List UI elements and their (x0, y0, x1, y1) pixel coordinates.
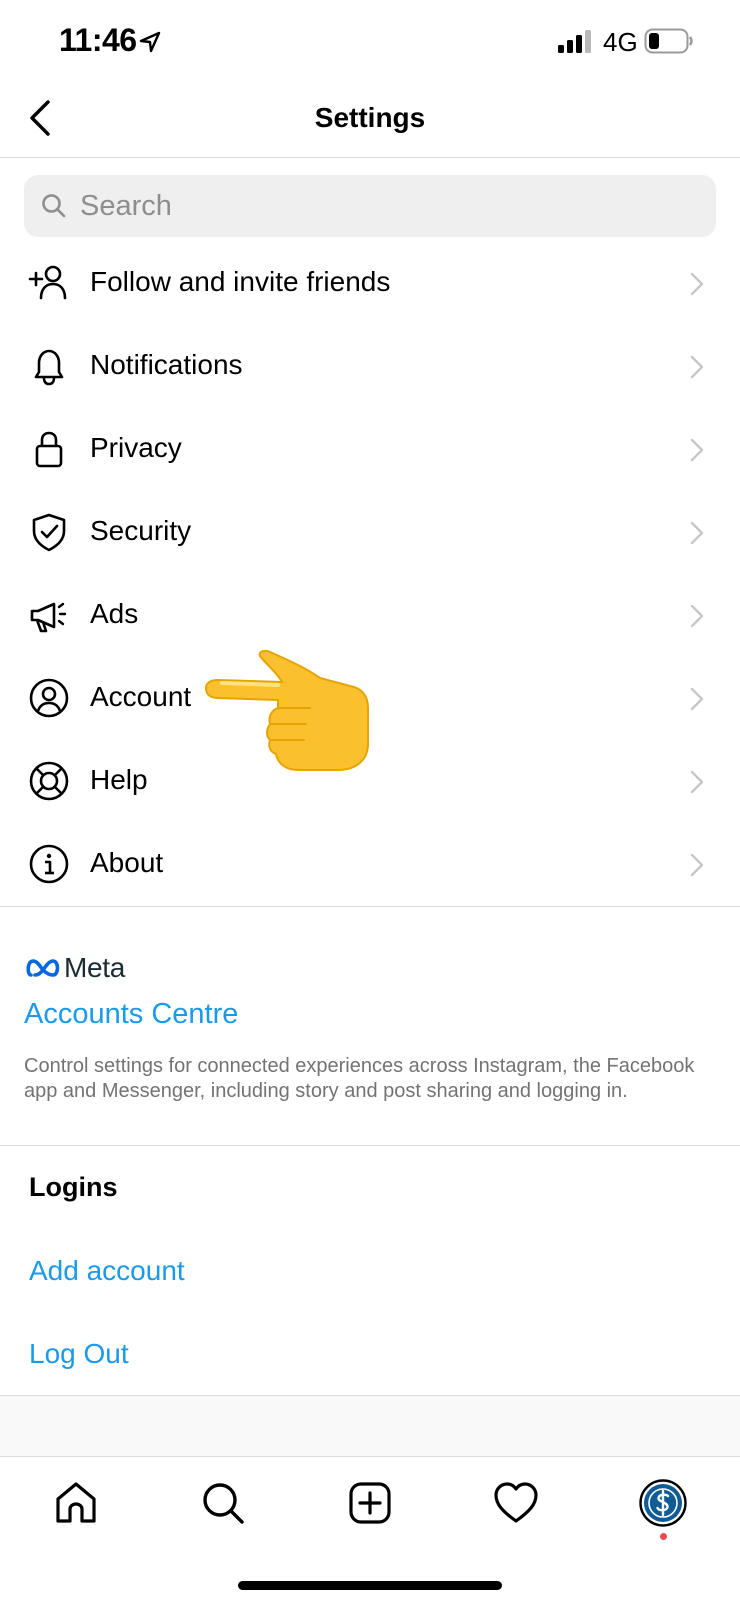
divider (0, 906, 740, 907)
menu-label: About (90, 847, 164, 878)
bottom-spacer (0, 1396, 740, 1456)
search-icon[interactable] (199, 1479, 247, 1527)
meta-logo: Meta (26, 952, 166, 986)
page-title: Settings (314, 102, 426, 133)
chevron-right-icon (690, 272, 704, 296)
chevron-right-icon (690, 770, 704, 794)
lock-icon (35, 431, 63, 468)
location-arrow-icon (139, 31, 161, 53)
chevron-right-icon (690, 853, 704, 877)
menu-item-security[interactable]: Security (0, 491, 740, 574)
menu-item-follow-invite[interactable]: Follow and invite friends (0, 242, 740, 325)
menu-label: Follow and invite friends (90, 266, 391, 297)
home-indicator (238, 1581, 502, 1590)
notification-dot (660, 1533, 667, 1540)
status-time: 11:46 (59, 22, 137, 58)
bell-icon (34, 349, 64, 386)
nav-header: Settings (0, 86, 740, 158)
shield-check-icon (32, 513, 66, 552)
search-input[interactable]: Search (24, 175, 716, 237)
info-icon (29, 844, 69, 884)
menu-label: Security (90, 515, 192, 546)
add-person-icon (28, 265, 67, 300)
menu-label: Ads (90, 598, 139, 629)
create-icon[interactable] (346, 1479, 394, 1527)
status-bar: 11:46 4G (0, 0, 740, 86)
menu-item-privacy[interactable]: Privacy (0, 408, 740, 491)
home-icon[interactable] (52, 1479, 100, 1527)
menu-label: Account (90, 681, 192, 712)
meta-wordmark: Meta (64, 952, 126, 983)
menu-item-about[interactable]: About (0, 823, 740, 906)
menu-label: Notifications (90, 349, 243, 380)
lifebuoy-icon (29, 761, 69, 801)
signal-icon (558, 30, 591, 53)
chevron-right-icon (690, 355, 704, 379)
battery-icon (644, 28, 693, 54)
logins-heading: Logins (29, 1172, 118, 1202)
meta-infinity-icon (26, 959, 60, 977)
chevron-right-icon (690, 604, 704, 628)
chevron-right-icon (690, 438, 704, 462)
menu-item-ads[interactable]: Ads (0, 574, 740, 657)
chevron-right-icon (690, 521, 704, 545)
accounts-centre-description: Control settings for connected experienc… (24, 1055, 695, 1102)
menu-item-notifications[interactable]: Notifications (0, 325, 740, 408)
profile-avatar[interactable] (639, 1479, 687, 1527)
chevron-right-icon (690, 687, 704, 711)
add-account-link[interactable]: Add account (29, 1255, 185, 1287)
menu-label: Help (90, 764, 148, 795)
log-out-link[interactable]: Log Out (29, 1338, 129, 1370)
divider (0, 1145, 740, 1146)
search-placeholder: Search (80, 190, 172, 222)
person-circle-icon (29, 678, 69, 718)
network-type: 4G (603, 27, 638, 57)
menu-label: Privacy (90, 432, 182, 463)
bottom-tab-bar (0, 1456, 740, 1600)
search-icon (42, 194, 66, 218)
pointing-hand-icon (204, 650, 369, 771)
heart-icon[interactable] (492, 1479, 540, 1527)
accounts-centre-link[interactable]: Accounts Centre (24, 998, 238, 1031)
megaphone-icon (30, 602, 67, 633)
